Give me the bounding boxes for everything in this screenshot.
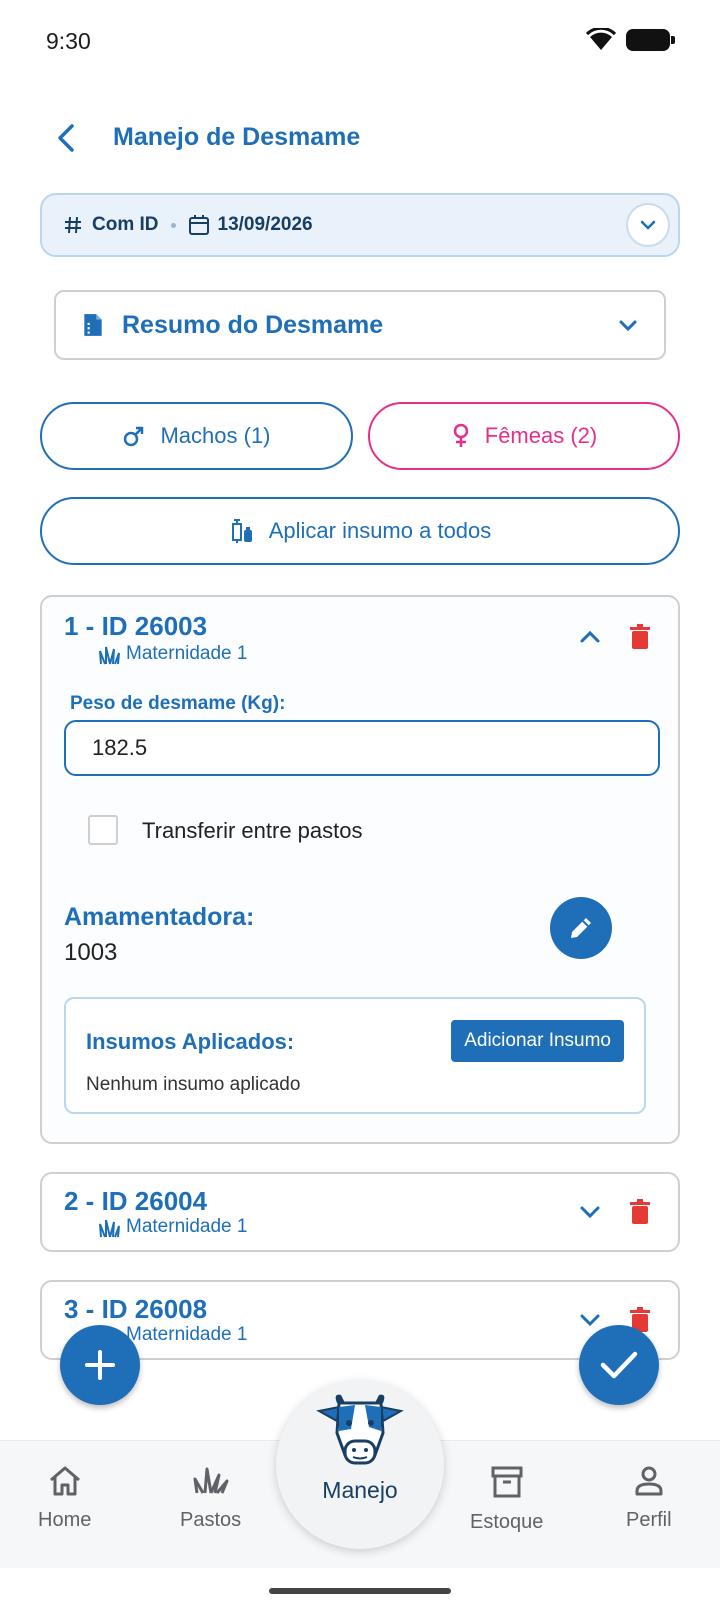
- expand-card-button[interactable]: [572, 1194, 608, 1230]
- confirm-fab[interactable]: [579, 1325, 659, 1405]
- animal-card-pasture-label: Maternidade 1: [126, 1324, 248, 1345]
- nav-item-manejo[interactable]: Manejo: [276, 1381, 444, 1549]
- trash-icon: [630, 1199, 650, 1224]
- add-input-button[interactable]: Adicionar Insumo: [451, 1020, 624, 1062]
- home-indicator: [269, 1588, 451, 1594]
- nav-item-perfil[interactable]: Perfil: [626, 1465, 672, 1532]
- battery-icon: [626, 29, 675, 51]
- grass-icon: [99, 646, 120, 665]
- wifi-icon: [586, 28, 616, 50]
- grass-icon: [99, 1219, 120, 1238]
- nav-item-pastos[interactable]: Pastos: [180, 1465, 241, 1532]
- nav-item-estoque-label: Estoque: [470, 1511, 544, 1533]
- filter-expand-button[interactable]: [626, 203, 670, 247]
- chevron-down-icon: [580, 1206, 600, 1219]
- nav-item-perfil-label: Perfil: [626, 1509, 672, 1531]
- animal-card-pasture: Maternidade 1: [98, 1216, 247, 1238]
- status-time: 9:30: [46, 28, 91, 54]
- animal-card-pasture: Maternidade 1: [98, 643, 247, 665]
- nav-item-home-label: Home: [38, 1509, 92, 1531]
- nav-item-estoque[interactable]: Estoque: [470, 1465, 543, 1534]
- nurse-label: Amamentadora:: [64, 903, 255, 931]
- check-icon: [600, 1351, 638, 1379]
- plus-icon: [85, 1350, 115, 1380]
- chevron-down-icon: [640, 220, 656, 230]
- back-button[interactable]: [46, 118, 86, 158]
- home-icon: [49, 1466, 80, 1496]
- edit-nurse-button[interactable]: [550, 897, 612, 959]
- animal-card-pasture-label: Maternidade 1: [126, 1216, 248, 1237]
- archive-icon: [491, 1466, 523, 1498]
- transfer-label: Transferir entre pastos: [142, 818, 363, 843]
- trash-icon: [630, 624, 650, 649]
- pencil-icon: [571, 918, 591, 938]
- filter-bar[interactable]: Com ID 13/09/2026: [40, 193, 680, 257]
- pastos-icon: [193, 1467, 229, 1494]
- screen: 9:30 Manejo de Desmame Com ID 13/09/2026: [0, 0, 720, 1606]
- hash-icon: [65, 216, 81, 234]
- female-filter-label: Fêmeas (2): [484, 423, 598, 448]
- transfer-checkbox[interactable]: [88, 815, 118, 845]
- applied-inputs-title: Insumos Aplicados:: [86, 1029, 295, 1054]
- male-filter-button[interactable]: Machos (1): [40, 402, 353, 470]
- person-icon: [635, 1466, 663, 1496]
- nav-item-manejo-label: Manejo: [322, 1477, 398, 1503]
- male-icon: [124, 426, 144, 447]
- animal-card-title: 2 - ID 26004: [64, 1186, 208, 1216]
- animal-card[interactable]: 2 - ID 26004 Maternidade 1: [40, 1172, 680, 1252]
- summary-accordion[interactable]: Resumo do Desmame: [54, 290, 666, 360]
- animal-card-pasture-label: Maternidade 1: [126, 643, 248, 664]
- page-title: Manejo de Desmame: [113, 123, 361, 151]
- delete-card-button[interactable]: [622, 619, 658, 655]
- separator-dot: [170, 222, 176, 228]
- chevron-up-icon: [580, 630, 600, 643]
- apply-input-all-button[interactable]: Aplicar insumo a todos: [40, 497, 680, 565]
- nurse-value: 1003: [64, 939, 118, 966]
- status-icons: [586, 28, 675, 52]
- animal-card: 1 - ID 26003 Maternidade 1 Peso de desma…: [40, 595, 680, 1144]
- animal-card-title: 1 - ID 26003: [64, 611, 208, 641]
- collapse-card-button[interactable]: [572, 619, 608, 655]
- applied-inputs-empty: Nenhum insumo aplicado: [86, 1074, 301, 1095]
- chevron-down-icon: [580, 1314, 600, 1327]
- add-animal-fab[interactable]: [60, 1325, 140, 1405]
- nav-item-pastos-label: Pastos: [180, 1509, 242, 1531]
- applied-inputs-box: Insumos Aplicados: Adicionar Insumo Nenh…: [64, 997, 646, 1114]
- chevron-down-icon: [619, 320, 637, 332]
- nav-item-home[interactable]: Home: [38, 1465, 91, 1532]
- weight-input[interactable]: [64, 720, 660, 776]
- filter-date: 13/09/2026: [217, 214, 313, 235]
- weight-label: Peso de desmame (Kg):: [70, 693, 286, 714]
- female-icon: [453, 423, 468, 447]
- delete-card-button[interactable]: [622, 1194, 658, 1230]
- syringe-icon: [231, 519, 252, 543]
- apply-input-all-label: Aplicar insumo a todos: [268, 518, 492, 543]
- calendar-icon: [188, 215, 209, 235]
- summary-label: Resumo do Desmame: [122, 310, 384, 339]
- cow-icon: [316, 1394, 404, 1465]
- animal-card-title: 3 - ID 26008: [64, 1294, 208, 1324]
- back-arrow-icon: [58, 124, 74, 152]
- male-filter-label: Machos (1): [160, 423, 271, 448]
- filter-mode: Com ID: [92, 214, 159, 235]
- female-filter-button[interactable]: Fêmeas (2): [368, 402, 680, 470]
- document-icon: [84, 314, 102, 336]
